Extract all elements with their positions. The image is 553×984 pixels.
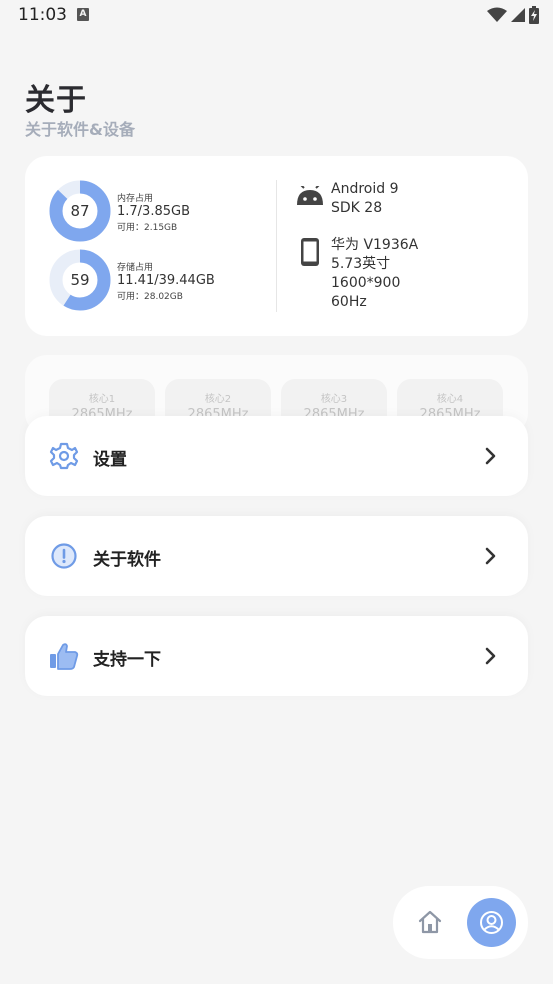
status-time: 11:03 [18,5,67,25]
memory-value: 1.7/3.85GB [117,204,190,219]
storage-label: 存储占用 [117,263,154,273]
chevron-right-icon [485,447,496,465]
status-icons [487,5,539,25]
android-icon [297,186,323,205]
support-label: 支持一下 [93,650,161,670]
storage-available: 可用：28.02GB [117,292,183,302]
thumbs-up-icon [50,643,79,670]
home-icon[interactable] [417,909,443,935]
status-bar: 11:03 A [0,0,553,32]
page-title: 关于 [25,83,87,118]
storage-value: 11.41/39.44GB [117,273,215,288]
battery-icon [529,6,539,24]
profile-nav-button[interactable] [467,898,516,947]
chevron-right-icon [485,647,496,665]
core-name: 核心3 [320,394,348,405]
storage-percent: 59 [70,271,90,289]
refresh-rate: 60Hz [331,294,367,310]
about-software-menu-item[interactable]: 关于软件 [25,516,528,596]
core-name: 核心2 [204,394,232,405]
device-model: 华为 V1936A [331,237,419,253]
about-software-label: 关于软件 [93,550,161,570]
memory-available: 可用：2.15GB [117,223,178,233]
settings-label: 设置 [93,450,127,470]
core-name: 核心4 [436,394,464,405]
core-name: 核心1 [88,394,116,405]
page-subtitle: 关于软件&设备 [25,120,135,139]
chevron-right-icon [485,547,496,565]
notification-icon: A [77,8,89,21]
signal-icon [511,8,525,22]
sdk-version: SDK 28 [331,200,383,216]
phone-icon [301,238,319,266]
profile-icon [480,911,503,934]
bottom-nav [393,886,528,959]
info-icon [51,543,77,569]
about-screen: 11:03 A 关于 关于软件&设备 87 内存占用 1.7/3.85GB 可用… [0,0,553,984]
screen-resolution: 1600*900 [331,275,401,291]
settings-menu-item[interactable]: 设置 [25,416,528,496]
device-info-card: 87 内存占用 1.7/3.85GB 可用：2.15GB 59 存储占用 11.… [25,156,528,336]
gear-icon [49,442,79,470]
support-menu-item[interactable]: 支持一下 [25,616,528,696]
memory-percent: 87 [70,202,90,220]
memory-label: 内存占用 [117,194,154,204]
card-divider [276,180,277,312]
android-version: Android 9 [331,181,399,197]
screen-size: 5.73英寸 [331,256,391,272]
wifi-icon [487,7,507,22]
